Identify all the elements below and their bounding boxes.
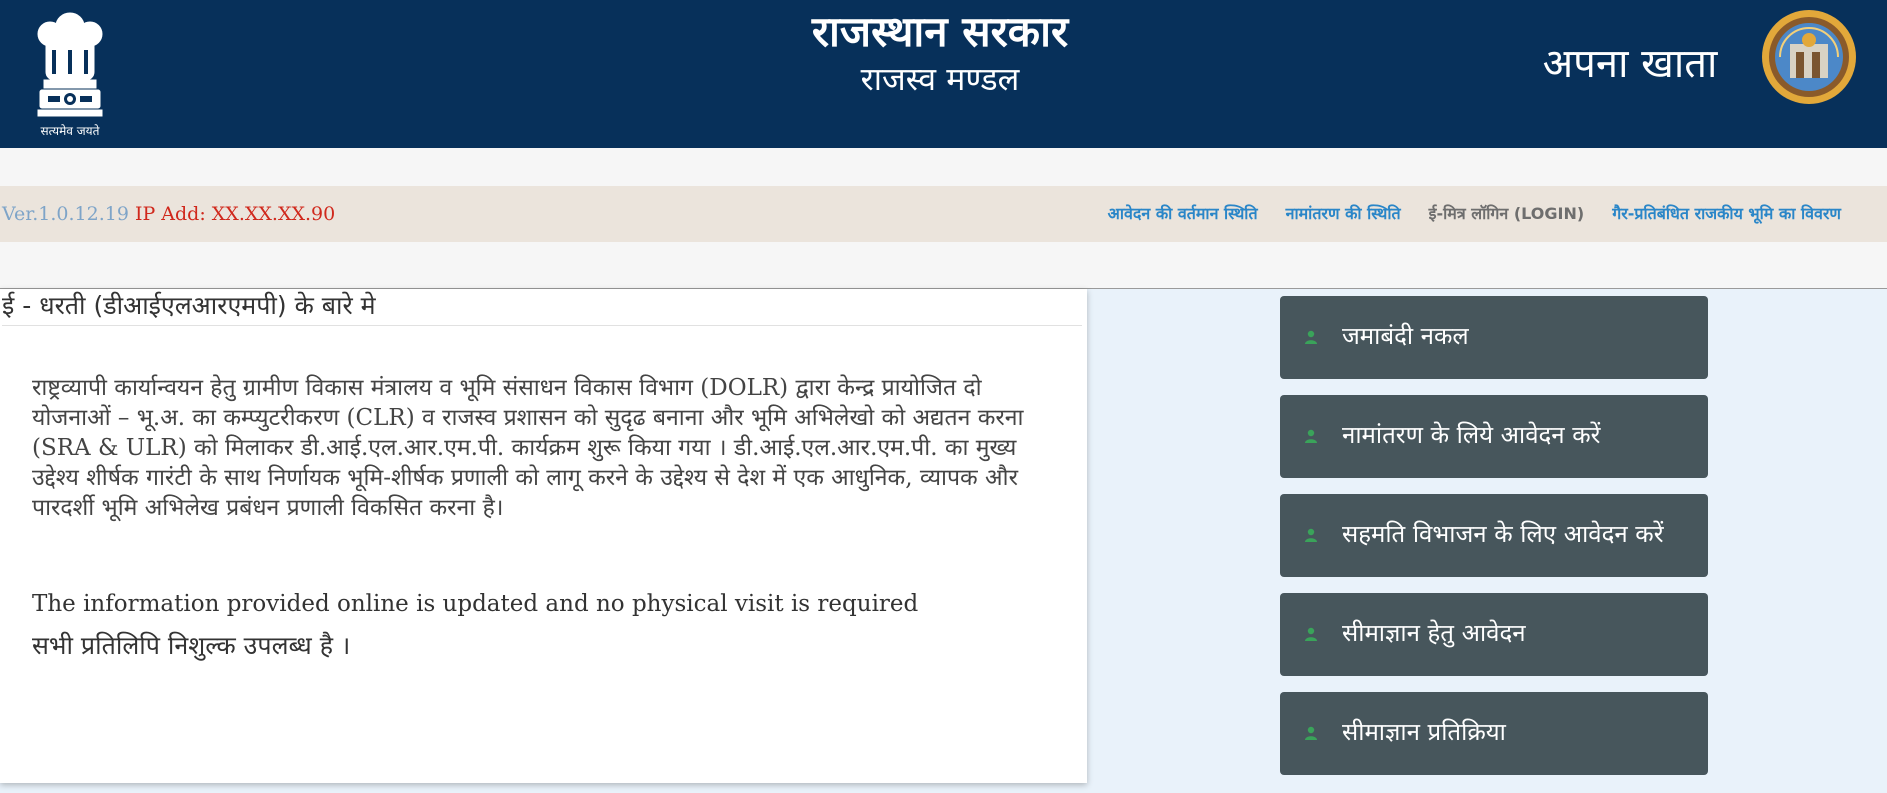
- ip-address-label: IP Add: XX.XX.XX.90: [134, 203, 336, 225]
- main-content: ई - धरती (डीआईएलआरएमपी) के बारे मे राष्ट…: [0, 289, 1887, 793]
- service-label: सीमाज्ञान हेतु आवेदन: [1342, 619, 1526, 647]
- header-title-block: राजस्थान सरकार राजस्व मण्डल: [690, 6, 1190, 100]
- nav-link-emitra-login[interactable]: ई-मित्र लॉगिन (LOGIN): [1429, 202, 1585, 226]
- online-info-note: The information provided online is updat…: [32, 591, 919, 617]
- site-header: सत्यमेव जयते राजस्थान सरकार राजस्व मण्डल…: [0, 0, 1887, 148]
- revenue-board-seal-logo: [1760, 8, 1858, 106]
- nav-link-mutation-status[interactable]: नामांतरण की स्थिति: [1286, 202, 1401, 226]
- page-title: राजस्थान सरकार: [811, 7, 1069, 56]
- about-panel: ई - धरती (डीआईएलआरएमपी) के बारे मे राष्ट…: [0, 289, 1087, 783]
- nav-links: आवेदन की वर्तमान स्थिति नामांतरण की स्थि…: [1108, 202, 1841, 226]
- national-emblem-logo: सत्यमेव जयते: [28, 6, 112, 140]
- service-label: जमाबंदी नकल: [1342, 322, 1469, 350]
- demarcation-apply-button[interactable]: सीमाज्ञान हेतु आवेदन: [1280, 593, 1708, 676]
- demarcation-response-button[interactable]: सीमाज्ञान प्रतिक्रिया: [1280, 692, 1708, 775]
- mutation-apply-button[interactable]: नामांतरण के लिये आवेदन करें: [1280, 395, 1708, 478]
- nav-link-unrestricted-govt-land[interactable]: गैर-प्रतिबंधित राजकीय भूमि का विवरण: [1612, 202, 1841, 226]
- seal-icon: [1762, 10, 1856, 104]
- user-icon: [1305, 528, 1317, 542]
- top-navbar: Ver.1.0.12.19 IP Add: XX.XX.XX.90 आवेदन …: [0, 186, 1887, 242]
- user-icon: [1305, 627, 1317, 641]
- version-label: Ver.1.0.12.19: [2, 203, 129, 225]
- about-description: राष्ट्रव्यापी कार्यान्वयन हेतु ग्रामीण व…: [32, 375, 1024, 521]
- about-title: ई - धरती (डीआईएलआरएमपी) के बारे मे: [2, 289, 1082, 326]
- app-name: अपना खाता: [1542, 41, 1718, 87]
- service-label: सहमति विभाजन के लिए आवेदन करें: [1342, 520, 1664, 548]
- version-info: Ver.1.0.12.19 IP Add: XX.XX.XX.90: [2, 202, 335, 226]
- nav-spacer: [0, 242, 1887, 289]
- user-icon: [1305, 726, 1317, 740]
- user-icon: [1305, 429, 1317, 443]
- service-label: नामांतरण के लिये आवेदन करें: [1342, 421, 1601, 449]
- jamabandi-copy-button[interactable]: जमाबंदी नकल: [1280, 296, 1708, 379]
- consent-partition-apply-button[interactable]: सहमति विभाजन के लिए आवेदन करें: [1280, 494, 1708, 577]
- page-subtitle: राजस्व मण्डल: [860, 60, 1020, 98]
- ashoka-emblem-icon: [37, 12, 103, 117]
- nav-link-application-status[interactable]: आवेदन की वर्तमान स्थिति: [1108, 202, 1258, 226]
- header-spacer: [0, 148, 1887, 186]
- emblem-motto: सत्यमेव जयते: [40, 124, 100, 138]
- service-buttons: जमाबंदी नकल नामांतरण के लिये आवेदन करें …: [1280, 296, 1708, 791]
- user-icon: [1305, 330, 1317, 344]
- service-label: सीमाज्ञान प्रतिक्रिया: [1342, 718, 1506, 746]
- free-copy-note: सभी प्रतिलिपि निशुल्क उपलब्ध है ।: [32, 631, 351, 660]
